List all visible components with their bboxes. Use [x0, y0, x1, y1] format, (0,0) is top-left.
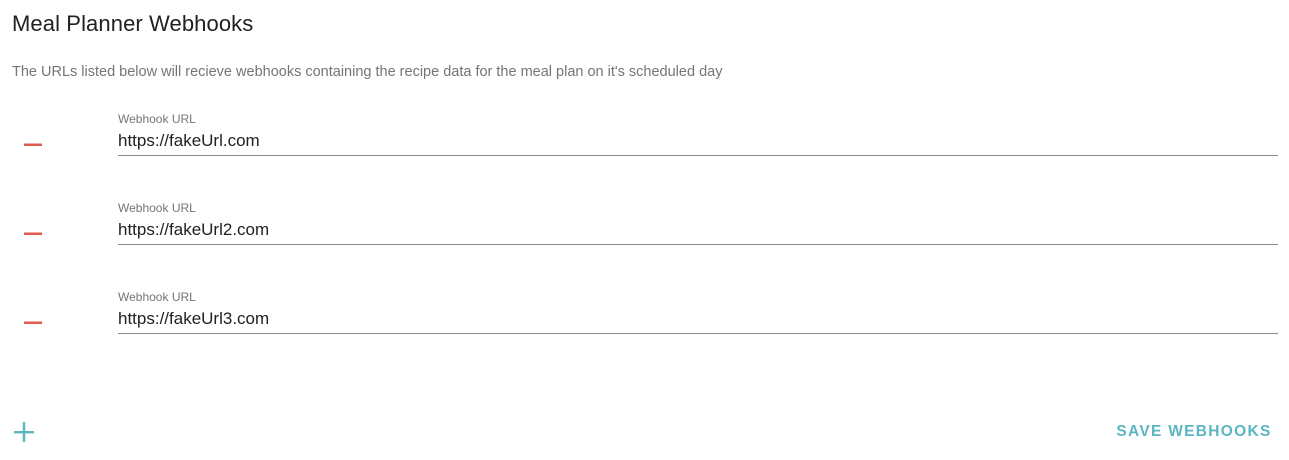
- webhook-row: Webhook URL: [0, 112, 1289, 172]
- remove-webhook-button[interactable]: [18, 219, 48, 249]
- add-webhook-button[interactable]: [10, 418, 38, 446]
- field-underline: [118, 333, 1278, 334]
- webhook-row: Webhook URL: [0, 290, 1289, 350]
- webhook-url-field: Webhook URL: [118, 201, 1278, 259]
- webhook-row: Webhook URL: [0, 201, 1289, 261]
- webhook-url-label: Webhook URL: [118, 112, 196, 126]
- plus-icon: [14, 422, 34, 442]
- field-underline: [118, 155, 1278, 156]
- save-webhooks-button[interactable]: SAVE WEBHOOKS: [1108, 418, 1280, 446]
- webhook-url-label: Webhook URL: [118, 201, 196, 215]
- minus-icon: [24, 232, 42, 235]
- webhook-url-input[interactable]: [118, 216, 1278, 244]
- webhook-url-input[interactable]: [118, 305, 1278, 333]
- page-description: The URLs listed below will recieve webho…: [12, 64, 723, 80]
- field-underline: [118, 244, 1278, 245]
- remove-webhook-button[interactable]: [18, 308, 48, 338]
- page-title: Meal Planner Webhooks: [12, 11, 254, 36]
- webhook-url-label: Webhook URL: [118, 290, 196, 304]
- webhook-url-field: Webhook URL: [118, 290, 1278, 348]
- webhook-url-field: Webhook URL: [118, 112, 1278, 170]
- webhook-url-input[interactable]: [118, 127, 1278, 155]
- minus-icon: [24, 143, 42, 146]
- remove-webhook-button[interactable]: [18, 130, 48, 160]
- minus-icon: [24, 321, 42, 324]
- webhooks-card: Meal Planner Webhooks The URLs listed be…: [0, 0, 1289, 460]
